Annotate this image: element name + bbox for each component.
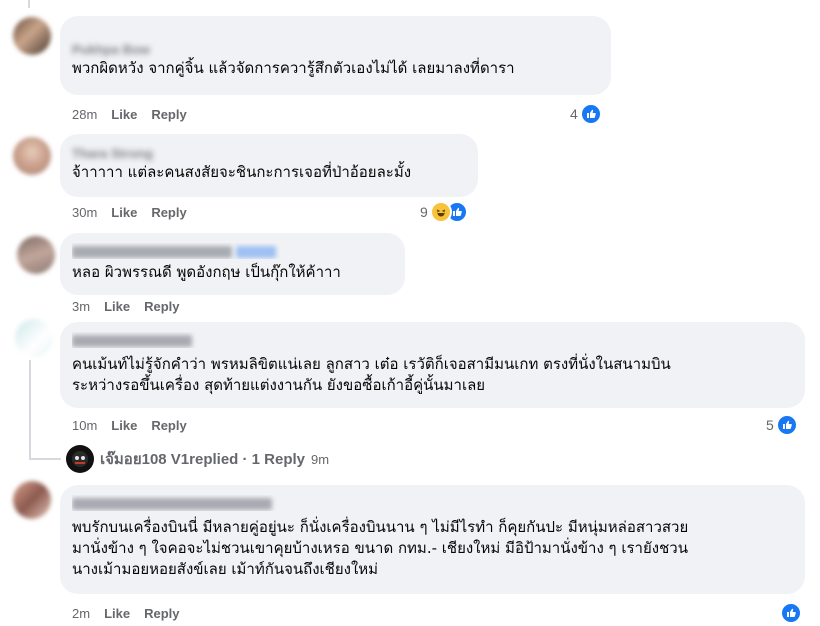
thread-line xyxy=(31,458,61,460)
comment-actions: 30m Like Reply xyxy=(72,205,201,220)
comment-actions: 3m Like Reply xyxy=(72,299,193,314)
like-button[interactable]: Like xyxy=(111,418,137,433)
like-icon xyxy=(579,103,602,125)
avatar[interactable] xyxy=(13,137,51,175)
comment-bubble: คนเม้นท์ไม่รู้จักคำว่า พรหมลิขิตแน่เลย ล… xyxy=(60,322,805,408)
reply-button[interactable]: Reply xyxy=(151,107,186,122)
comment-author[interactable] xyxy=(72,243,393,259)
comment-author[interactable] xyxy=(72,495,793,511)
replier-name: เจ๊มอย108 V1 xyxy=(100,451,190,468)
reaction-summary[interactable] xyxy=(780,602,802,624)
comment-bubble: Pukhpa Bow พวกผิดหวัง จากคู่จิ้น แล้วจัด… xyxy=(60,16,611,95)
reaction-summary[interactable]: 9 xyxy=(420,201,468,223)
reply-time: 9m xyxy=(311,451,330,467)
comment-actions: 10m Like Reply xyxy=(72,418,201,433)
avatar[interactable] xyxy=(13,17,51,55)
thread-line xyxy=(29,360,31,460)
comment-bubble: หลอ ผิวพรรณดี พูดอังกฤษ เป็นกุ๊กให้ค้าาา xyxy=(60,233,405,295)
reaction-count: 5 xyxy=(766,417,774,433)
view-replies-link[interactable]: เจ๊มอย108 V1 replied · 1 Reply 9m xyxy=(66,445,329,473)
comment-actions: 28m Like Reply xyxy=(72,107,201,122)
comment-text: พบรักบนเครื่องบินนี่ มีหลายคู่อยู่นะ ก็น… xyxy=(72,518,689,578)
comment-time[interactable]: 3m xyxy=(72,299,90,314)
reply-button[interactable]: Reply xyxy=(151,418,186,433)
comment-time[interactable]: 28m xyxy=(72,107,97,122)
avatar[interactable] xyxy=(13,481,51,519)
previous-comment-actions xyxy=(72,0,76,5)
comment-text: คนเม้นท์ไม่รู้จักคำว่า พรหมลิขิตแน่เลย ล… xyxy=(72,355,671,394)
comment-time[interactable]: 10m xyxy=(72,418,97,433)
like-button[interactable]: Like xyxy=(111,205,137,220)
like-button[interactable]: Like xyxy=(104,606,130,621)
reply-button[interactable]: Reply xyxy=(144,299,179,314)
comment-text: หลอ ผิวพรรณดี พูดอังกฤษ เป็นกุ๊กให้ค้าาา xyxy=(72,263,341,281)
thread-line xyxy=(28,0,30,8)
comment-text: พวกผิดหวัง จากคู่จิ้น แล้วจัดการควารู้สึ… xyxy=(72,59,515,77)
like-button[interactable]: Like xyxy=(111,107,137,122)
avatar[interactable] xyxy=(17,236,55,274)
comment-time[interactable]: 30m xyxy=(72,205,97,220)
comment-text: จ้าาาาา แต่ละคนสงสัยจะชินกะการเจอที่ป่าอ… xyxy=(72,163,412,181)
like-icon xyxy=(780,602,802,624)
reply-button[interactable]: Reply xyxy=(151,205,186,220)
reaction-summary[interactable]: 4 xyxy=(570,103,602,125)
comment-bubble: Thara Strong จ้าาาาา แต่ละคนสงสัยจะชินกะ… xyxy=(60,134,478,197)
reaction-summary[interactable]: 5 xyxy=(766,414,798,436)
reaction-count: 9 xyxy=(420,204,428,220)
comment-bubble: พบรักบนเครื่องบินนี่ มีหลายคู่อยู่นะ ก็น… xyxy=(60,485,805,594)
reply-count-text: replied · 1 Reply xyxy=(189,450,306,468)
comment-author[interactable]: Pukhpa Bow xyxy=(72,42,599,58)
comment-actions: 2m Like Reply xyxy=(72,606,193,621)
reply-button[interactable]: Reply xyxy=(144,606,179,621)
like-icon xyxy=(775,414,798,436)
reaction-count: 4 xyxy=(570,106,578,122)
comment-author[interactable]: Thara Strong xyxy=(72,146,466,162)
like-button[interactable]: Like xyxy=(104,299,130,314)
haha-icon xyxy=(429,201,452,223)
comment-time[interactable]: 2m xyxy=(72,606,90,621)
comment-author[interactable] xyxy=(72,332,793,348)
replier-avatar xyxy=(66,445,94,473)
avatar[interactable] xyxy=(15,319,53,357)
